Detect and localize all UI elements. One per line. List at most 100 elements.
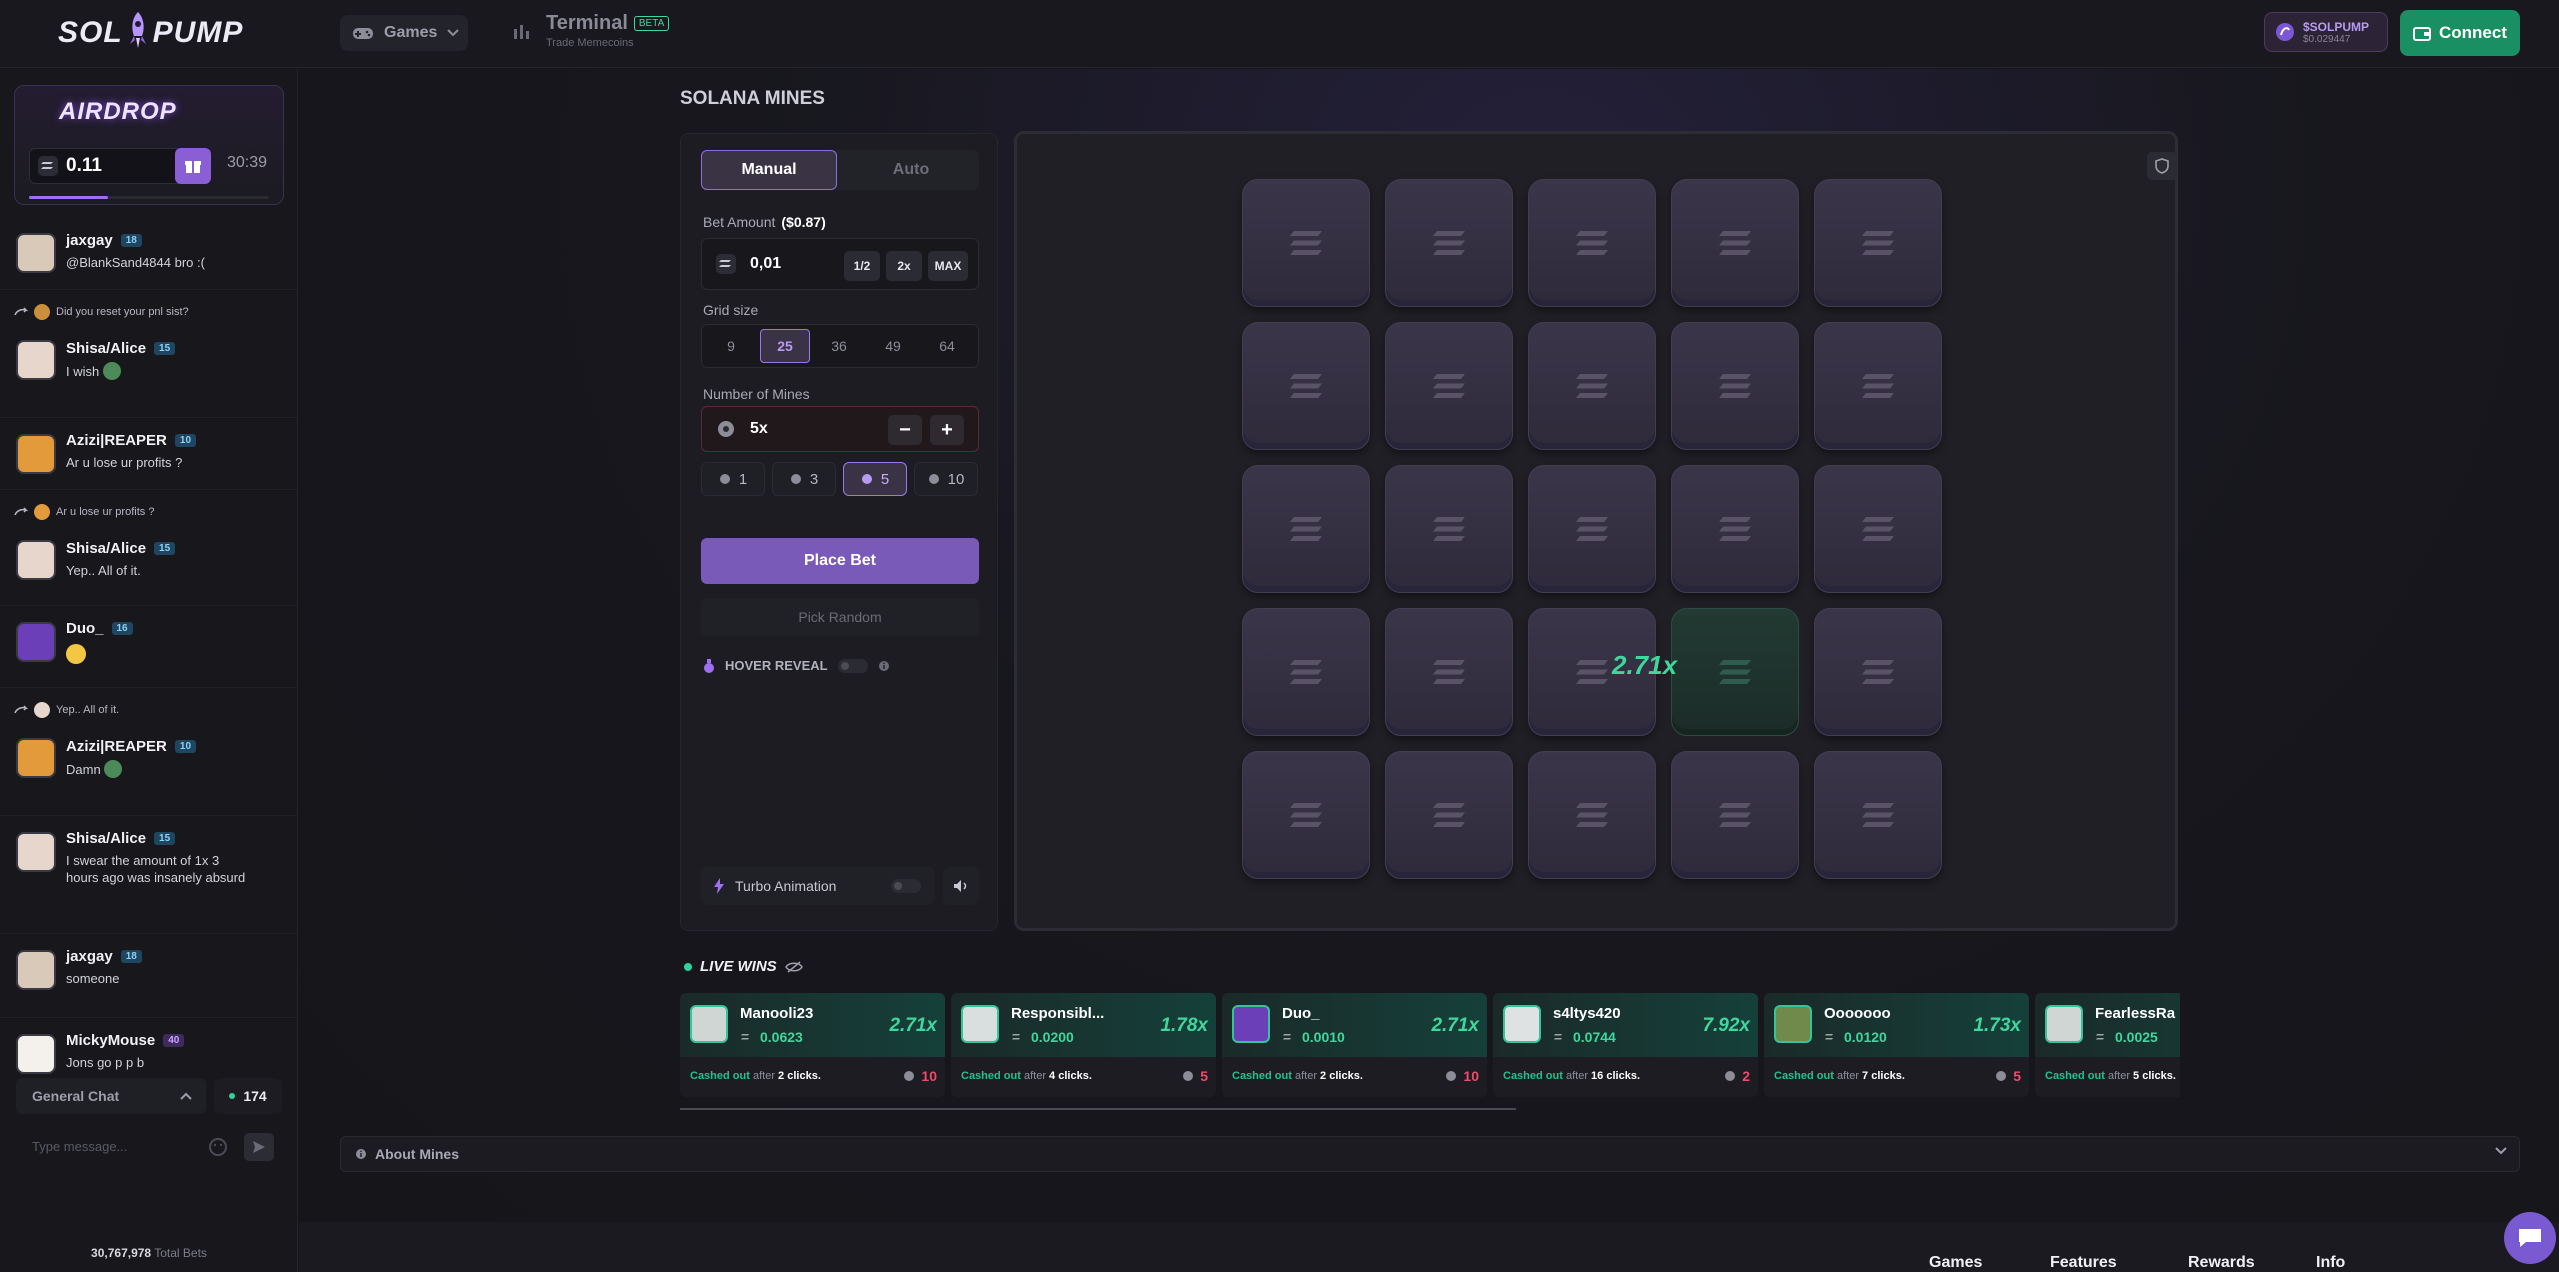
footer-link-rewards[interactable]: Rewards [2188,1254,2255,1272]
grid-size-64[interactable]: 64 [922,329,972,363]
live-win-card[interactable]: s4ltys420 0.0744 7.92x Cashed out after 16 … [1493,993,1758,1097]
avatar[interactable] [16,1034,56,1074]
pick-random-button[interactable]: Pick Random [701,598,979,636]
terminal-link[interactable]: Terminal BETA Trade Memecoins [512,12,670,49]
logo[interactable]: SOL PUMP [58,10,243,50]
mines-quick-10[interactable]: 10 [914,462,978,496]
support-chat-button[interactable] [2504,1212,2556,1264]
eye-off-icon[interactable] [784,960,803,974]
live-win-card[interactable]: Ooooooo 0.0120 1.73x Cashed out after 7 cli… [1764,993,2029,1097]
mine-tile[interactable] [1814,608,1942,736]
emoji-picker-icon[interactable] [208,1137,228,1157]
games-menu-button[interactable]: Games [340,15,468,51]
mine-tile[interactable] [1671,465,1799,593]
mine-tile[interactable] [1814,322,1942,450]
double-bet-button[interactable]: 2x [886,251,922,281]
footer-link-info[interactable]: Info [2316,1254,2345,1272]
avatar[interactable] [16,233,56,273]
token-price-chip[interactable]: $SOLPUMP $0.029447 [2264,12,2388,52]
chat-username[interactable]: jaxgay 18 [66,232,142,249]
grid-size-25[interactable]: 25 [760,329,810,363]
half-bet-button[interactable]: 1/2 [844,251,880,281]
chat-username[interactable]: Azizi|REAPER 10 [66,432,197,449]
avatar[interactable] [16,622,56,662]
mines-quick-3[interactable]: 3 [772,462,836,496]
mine-tile[interactable] [1671,179,1799,307]
mine-tile[interactable] [1814,465,1942,593]
solana-icon [2096,1034,2104,1040]
avatar[interactable] [16,340,56,380]
chat-username[interactable]: Duo_ 16 [66,620,133,637]
footer-link-features[interactable]: Features [2050,1254,2117,1272]
provably-fair-button[interactable] [2147,152,2177,180]
mine-icon [904,1071,915,1081]
reply-preview[interactable]: Ar u lose ur profits ? [14,504,154,520]
send-button[interactable] [244,1133,274,1161]
avatar[interactable] [16,832,56,872]
avatar[interactable] [16,950,56,990]
about-mines-accordion[interactable]: About Mines [340,1136,2520,1172]
max-bet-button[interactable]: MAX [928,251,968,281]
level-badge: 18 [120,234,142,247]
avatar[interactable] [16,434,56,474]
tab-manual[interactable]: Manual [701,150,837,190]
mine-tile[interactable] [1385,322,1513,450]
live-win-card[interactable]: Duo_ 0.0010 2.71x Cashed out after 2 clicks… [1222,993,1487,1097]
mine-tile[interactable] [1528,465,1656,593]
mines-decrease-button[interactable]: − [888,415,922,445]
live-win-card[interactable]: FearlessRa 0.0025 Cashed out after 5 click… [2035,993,2180,1097]
turbo-toggle[interactable] [891,879,921,893]
chat-username[interactable]: Shisa/Alice 15 [66,830,176,847]
mines-increase-button[interactable]: + [930,415,964,445]
mine-tile[interactable] [1242,179,1370,307]
footer-link-games[interactable]: Games [1929,1254,1982,1272]
sound-button[interactable] [943,867,979,905]
mines-quick-1[interactable]: 1 [701,462,765,496]
hover-reveal-toggle[interactable] [837,658,868,673]
mine-tile[interactable] [1528,322,1656,450]
mine-tile[interactable] [1528,179,1656,307]
live-win-card[interactable]: Manooli23 0.0623 2.71x Cashed out after 2 c… [680,993,945,1097]
mine-tile[interactable] [1671,608,1799,736]
info-icon[interactable] [878,660,890,672]
grid-size-49[interactable]: 49 [868,329,918,363]
live-wins-scrollbar[interactable] [680,1108,1516,1110]
connect-button[interactable]: Connect [2400,10,2520,56]
mine-tile[interactable] [1242,608,1370,736]
chevron-down-icon [447,29,460,37]
mines-input[interactable]: 5x − + [701,406,979,452]
mines-quick-5[interactable]: 5 [843,462,907,496]
mine-tile[interactable] [1242,465,1370,593]
bet-amount-input[interactable]: 0,01 1/2 2x MAX [701,238,979,290]
mine-tile[interactable] [1242,751,1370,879]
avatar[interactable] [16,738,56,778]
mine-tile[interactable] [1528,751,1656,879]
airdrop-claim-button[interactable] [175,148,211,184]
mine-tile[interactable] [1385,751,1513,879]
mine-tile[interactable] [1242,322,1370,450]
mine-tile[interactable] [1385,608,1513,736]
chat-text: Jons go p p b [66,1055,145,1070]
mine-tile[interactable] [1814,751,1942,879]
chat-channel-select[interactable]: General Chat [16,1078,206,1114]
tab-auto[interactable]: Auto [843,150,979,190]
place-bet-button[interactable]: Place Bet [701,538,979,584]
chat-input[interactable]: Type message... [16,1127,278,1165]
level-badge: 15 [154,342,176,355]
chat-username[interactable]: Shisa/Alice 15 [66,340,176,357]
avatar[interactable] [16,540,56,580]
mine-tile[interactable] [1671,751,1799,879]
reply-preview[interactable]: Did you reset your pnl sist? [14,304,189,320]
grid-size-9[interactable]: 9 [706,329,756,363]
mine-tile[interactable] [1385,465,1513,593]
chat-username[interactable]: MickyMouse 40 [66,1032,185,1049]
chat-username[interactable]: Azizi|REAPER 10 [66,738,197,755]
mine-tile[interactable] [1814,179,1942,307]
chat-username[interactable]: Shisa/Alice 15 [66,540,176,557]
mine-tile[interactable] [1385,179,1513,307]
live-win-card[interactable]: Responsibl... 0.0200 1.78x Cashed out after… [951,993,1216,1097]
chat-username[interactable]: jaxgay 18 [66,948,142,965]
reply-preview[interactable]: Yep.. All of it. [14,702,119,718]
grid-size-36[interactable]: 36 [814,329,864,363]
mine-tile[interactable] [1671,322,1799,450]
